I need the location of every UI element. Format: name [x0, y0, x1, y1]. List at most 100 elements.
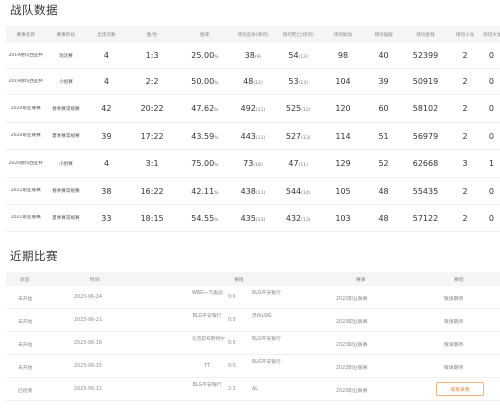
gold-cell: 57122: [412, 213, 439, 223]
match-row: 未开始 2023-06-21 BLG平安银行 苏州LNG 0:0 2023职业联赛 敬请期待: [6, 309, 500, 332]
win-rate-value: 50.00: [191, 77, 215, 86]
team-home: 北京JDG英特尔: [192, 337, 225, 342]
percent-sign: %: [214, 55, 219, 60]
match-status: 未开始: [18, 343, 33, 348]
event-name-cell: 2020职业联赛: [10, 105, 41, 111]
match-status: 未开始: [18, 366, 33, 371]
deaths-total: 53: [288, 77, 299, 86]
deaths-cell: 54(13): [274, 51, 323, 60]
stats-header-cell: 场均助攻: [333, 32, 353, 38]
deaths-average: (13): [298, 55, 309, 60]
assists-cell: 105: [335, 186, 351, 196]
win-rate-cell: 25.00%: [178, 51, 233, 60]
match-event: 2023职业联赛: [336, 389, 368, 394]
match-stage: 敬请期待: [444, 343, 464, 348]
percent-sign: %: [214, 108, 219, 113]
deaths-total: 54: [288, 51, 299, 60]
wards-cell: 48: [378, 186, 389, 196]
match-score: 2:1: [228, 387, 236, 392]
percent-sign: %: [214, 163, 219, 168]
header-match: 赛程: [234, 278, 244, 283]
percent-sign: %: [214, 217, 219, 223]
gold-cell: 62668: [412, 159, 439, 168]
deaths-total: 47: [288, 159, 299, 168]
deaths-total: 544: [285, 186, 302, 196]
team-away: BLG平安银行: [252, 337, 281, 342]
stats-row: 2019德玛西亚杯 小组赛 4 2:2 50.00% 48(12) 53(13) 104 39 5…: [6, 69, 500, 95]
win-rate-cell: 47.62%: [178, 104, 233, 113]
deaths-cell: 544(14): [274, 187, 323, 196]
kills-total: 38: [244, 51, 255, 60]
gold-cell: 56979: [412, 131, 439, 141]
team-home: WBG一汽奥迪: [192, 291, 223, 296]
event-name-cell: 2020职业联赛: [10, 133, 41, 138]
baron-cell: 0: [488, 131, 495, 141]
header-stage: 赛程: [454, 278, 464, 283]
deaths-total: 525: [285, 104, 302, 113]
deaths-average: (12): [301, 108, 311, 113]
win-rate-cell: 43.59%: [178, 132, 233, 141]
event-name-cell: 2021职业联赛: [10, 215, 41, 220]
kills-average: (9): [254, 55, 262, 60]
kills-total: 48: [243, 77, 254, 86]
gold-cell: 58102: [412, 104, 439, 113]
stats-header-cell: 场均金钱: [416, 32, 435, 38]
recent-table-header: 状态 时间 赛程 赛事 赛程: [6, 272, 500, 286]
wards-cell: 51: [378, 131, 389, 141]
kills-cell: 435(13): [232, 214, 273, 223]
deaths-average: (11): [298, 163, 309, 168]
match-row: 未开始 2023-06-24 WBG一汽奥迪 BLG平安银行 0:0 2023职业联赛 敬请…: [6, 286, 500, 309]
win-rate-cell: 42.11%: [178, 187, 233, 196]
win-loss-cell: 18:15: [140, 213, 164, 223]
watch-replay-button[interactable]: 观看录像: [436, 382, 484, 396]
win-loss-cell: 1:3: [145, 51, 159, 60]
assists-cell: 114: [335, 131, 351, 141]
played-cell: 42: [101, 104, 112, 113]
win-loss-cell: 3:1: [145, 159, 159, 168]
stats-row: 2021职业联赛 春季赛常规赛 38 16:22 42.11% 438(11) 544(14…: [6, 178, 500, 205]
deaths-total: 432: [285, 213, 302, 223]
percent-sign: %: [214, 190, 219, 196]
event-stage-cell: 淘汰赛: [58, 53, 73, 59]
win-loss-cell: 16:22: [140, 186, 164, 196]
kills-average: (11): [255, 135, 266, 141]
win-rate-value: 42.11: [191, 186, 215, 196]
dragon-cell: 2: [462, 131, 468, 141]
stats-row: 2020职业联赛 春季赛常规赛 42 20:22 47.62% 492(11) 525(12…: [6, 95, 500, 123]
match-time: 2023-06-18: [74, 341, 102, 346]
team-away: 苏州LNG: [252, 314, 272, 319]
kills-cell: 492(11): [232, 104, 273, 113]
wards-cell: 48: [378, 213, 389, 223]
deaths-average: (13): [301, 135, 311, 141]
stats-row: 2020德玛西亚杯 小组赛 4 3:1 75.00% 73(18) 47(11) 129 52 6…: [6, 150, 500, 178]
kills-average: (18): [253, 163, 263, 168]
win-rate-value: 75.00: [191, 159, 215, 168]
gold-cell: 52399: [412, 51, 439, 60]
kills-average: (11): [255, 190, 266, 196]
deaths-cell: 53(13): [274, 77, 323, 86]
event-name-cell: 2019德玛西亚杯: [8, 78, 44, 84]
played-cell: 4: [103, 77, 109, 86]
deaths-cell: 525(12): [274, 104, 323, 113]
played-cell: 4: [103, 51, 109, 60]
kills-total: 492: [240, 104, 256, 113]
stats-row: 2020职业联赛 夏季赛常规赛 39 17:22 43.59% 443(11) 527(13…: [6, 123, 500, 150]
event-stage-cell: 夏季赛常规赛: [52, 134, 80, 139]
event-stage-cell: 夏季赛常规赛: [52, 216, 80, 221]
percent-sign: %: [214, 135, 219, 141]
event-name-cell: 2020德玛西亚杯: [8, 160, 44, 166]
baron-cell: 0: [488, 104, 495, 113]
win-rate-value: 25.00: [191, 51, 215, 60]
stats-header-cell: 场均击杀(场均): [237, 32, 269, 38]
win-rate-cell: 54.55%: [178, 214, 233, 223]
wards-cell: 39: [378, 77, 389, 86]
match-score: 0:0: [228, 295, 236, 300]
team-stats-table: 赛事名称 赛事阶段 出场次数 胜/负 胜率 场均击杀(场均) 场均死亡(场均) 场均助攻 场均插…: [6, 26, 500, 232]
match-status: 未开始: [18, 320, 33, 325]
match-row: 未开始 2023-06-18 北京JDG英特尔 BLG平安银行 0:0 2023职业联赛 敬…: [6, 332, 500, 355]
kills-total: 73: [243, 159, 254, 168]
event-stage-cell: 小组赛: [58, 79, 73, 85]
team-home: BLG平安银行: [192, 314, 222, 319]
match-score: 0:0: [228, 364, 236, 369]
deaths-cell: 527(13): [274, 132, 323, 141]
